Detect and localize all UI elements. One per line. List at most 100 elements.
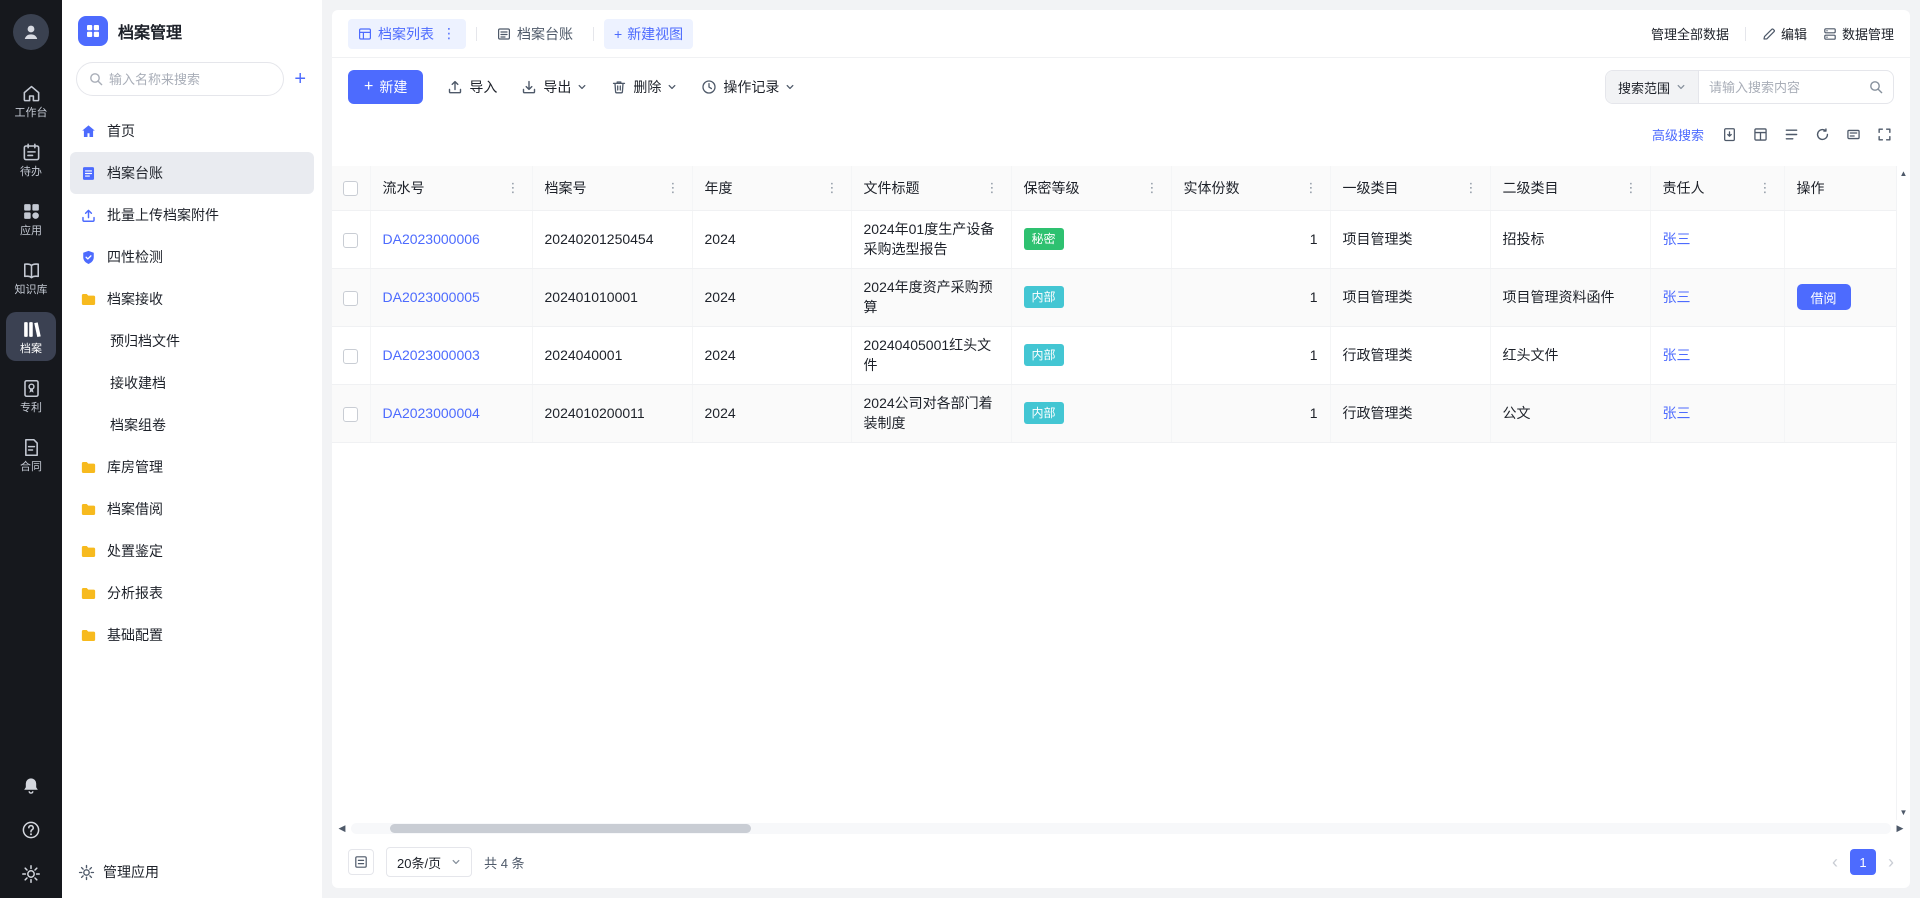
category1-cell: 行政管理类 bbox=[1330, 326, 1490, 384]
sidebar-item-7[interactable]: 处置鉴定 bbox=[70, 530, 314, 572]
rail-items: 工作台待办应用知识库档案专利合同 bbox=[6, 76, 56, 479]
page-size-select[interactable]: 20条/页 bbox=[386, 847, 472, 877]
row-checkbox[interactable] bbox=[343, 291, 358, 306]
tab-archive-ledger[interactable]: 档案台账 bbox=[487, 19, 583, 49]
select-all-checkbox[interactable] bbox=[343, 181, 358, 196]
pencil-icon bbox=[1762, 27, 1776, 41]
sidebar-item-5[interactable]: 库房管理 bbox=[70, 446, 314, 488]
column-menu-icon[interactable]: ⋮ bbox=[986, 180, 999, 196]
column-menu-icon[interactable]: ⋮ bbox=[507, 180, 520, 196]
scrollbar-track[interactable] bbox=[351, 823, 1891, 834]
column-menu-icon[interactable]: ⋮ bbox=[1625, 180, 1638, 196]
new-button[interactable]: + 新建 bbox=[348, 70, 423, 104]
row-checkbox[interactable] bbox=[343, 349, 358, 364]
sidebar-item-4[interactable]: 档案接收 bbox=[70, 278, 314, 320]
serial-link[interactable]: DA2023000004 bbox=[383, 405, 480, 421]
table-search-input[interactable] bbox=[1699, 80, 1869, 95]
serial-link[interactable]: DA2023000003 bbox=[383, 347, 480, 363]
scroll-left-icon[interactable]: ◀ bbox=[335, 823, 349, 834]
user-avatar[interactable] bbox=[13, 14, 49, 50]
help-icon[interactable] bbox=[21, 820, 41, 840]
borrow-button[interactable]: 借阅 bbox=[1797, 284, 1851, 310]
total-count-label: 共 4 条 bbox=[484, 853, 524, 872]
rail-item-patent[interactable]: 专利 bbox=[6, 371, 56, 420]
sidebar-subitem[interactable]: 预归档文件 bbox=[70, 320, 314, 362]
add-button[interactable]: + bbox=[292, 69, 308, 89]
sidebar-item-8[interactable]: 分析报表 bbox=[70, 572, 314, 614]
search-scope-select[interactable]: 搜索范围 bbox=[1606, 71, 1699, 103]
rail-item-apps[interactable]: 应用 bbox=[6, 194, 56, 243]
new-view-button[interactable]: + 新建视图 bbox=[604, 19, 693, 49]
rail-item-label: 待办 bbox=[20, 167, 42, 178]
row-checkbox[interactable] bbox=[343, 233, 358, 248]
column-menu-icon[interactable]: ⋮ bbox=[667, 180, 680, 196]
table-quick-actions: 高级搜索 bbox=[332, 116, 1910, 152]
vertical-scrollbar[interactable]: ▲▼ bbox=[1896, 166, 1910, 820]
download-icon bbox=[521, 79, 537, 95]
sidebar-item-3[interactable]: 四性检测 bbox=[70, 236, 314, 278]
upload-icon bbox=[447, 79, 463, 95]
sidebar-item-label: 四性检测 bbox=[107, 247, 163, 267]
prev-page-button[interactable]: ‹ bbox=[1832, 853, 1838, 871]
column-settings-icon[interactable] bbox=[1784, 127, 1799, 142]
manage-apps-button[interactable]: 管理应用 bbox=[62, 846, 322, 898]
serial-link[interactable]: DA2023000006 bbox=[383, 231, 480, 247]
scroll-up-icon[interactable]: ▲ bbox=[1900, 169, 1908, 178]
owner-link[interactable]: 张三 bbox=[1663, 231, 1691, 247]
rail-item-workbench[interactable]: 工作台 bbox=[6, 76, 56, 125]
sidebar-item-0[interactable]: 首页 bbox=[70, 110, 314, 152]
sidebar-subitem[interactable]: 接收建档 bbox=[70, 362, 314, 404]
data-manage-button[interactable]: 数据管理 bbox=[1823, 24, 1894, 43]
table-grid-icon[interactable] bbox=[1753, 127, 1768, 142]
settings-icon[interactable] bbox=[21, 864, 41, 884]
sidebar-item-9[interactable]: 基础配置 bbox=[70, 614, 314, 656]
page-settings-icon[interactable] bbox=[348, 849, 374, 875]
search-icon[interactable] bbox=[1869, 80, 1893, 94]
tab-archive-list[interactable]: 档案列表 ⋮ bbox=[348, 19, 466, 49]
sidebar: 档案管理 + 首页档案台账批量上传档案附件四性检测档案接收预归档文件接收建档档案… bbox=[62, 0, 322, 898]
row-checkbox[interactable] bbox=[343, 407, 358, 422]
refresh-icon[interactable] bbox=[1815, 127, 1830, 142]
import-button[interactable]: 导入 bbox=[447, 77, 497, 97]
manage-all-data-button[interactable]: 管理全部数据 bbox=[1651, 24, 1729, 43]
sidebar-item-2[interactable]: 批量上传档案附件 bbox=[70, 194, 314, 236]
category1-cell: 项目管理类 bbox=[1330, 268, 1490, 326]
current-page-button[interactable]: 1 bbox=[1850, 849, 1876, 875]
scrollbar-thumb[interactable] bbox=[390, 824, 752, 833]
page-title: 档案管理 bbox=[118, 19, 182, 43]
scroll-down-icon[interactable]: ▼ bbox=[1900, 808, 1908, 817]
delete-button[interactable]: 删除 bbox=[611, 77, 677, 97]
horizontal-scrollbar[interactable]: ◀ ▶ bbox=[332, 820, 1910, 836]
column-menu-icon[interactable]: ⋮ bbox=[1465, 180, 1478, 196]
tab-menu-icon[interactable]: ⋮ bbox=[442, 25, 456, 42]
scroll-right-icon[interactable]: ▶ bbox=[1893, 823, 1907, 834]
rail-item-knowledge[interactable]: 知识库 bbox=[6, 253, 56, 302]
rail-item-archive[interactable]: 档案 bbox=[6, 312, 56, 361]
rail-item-todo[interactable]: 待办 bbox=[6, 135, 56, 184]
rail-item-label: 专利 bbox=[20, 403, 42, 414]
owner-link[interactable]: 张三 bbox=[1663, 289, 1691, 305]
sidebar-item-6[interactable]: 档案借阅 bbox=[70, 488, 314, 530]
next-page-button[interactable]: › bbox=[1888, 853, 1894, 871]
copies-cell: 1 bbox=[1171, 384, 1330, 442]
export-file-icon[interactable] bbox=[1722, 127, 1737, 142]
fullscreen-icon[interactable] bbox=[1877, 127, 1892, 142]
sidebar-subitem[interactable]: 档案组卷 bbox=[70, 404, 314, 446]
export-button[interactable]: 导出 bbox=[521, 77, 587, 97]
owner-link[interactable]: 张三 bbox=[1663, 347, 1691, 363]
rail-item-contract[interactable]: 合同 bbox=[6, 430, 56, 479]
owner-link[interactable]: 张三 bbox=[1663, 405, 1691, 421]
column-menu-icon[interactable]: ⋮ bbox=[1146, 180, 1159, 196]
advanced-search-link[interactable]: 高级搜索 bbox=[1652, 125, 1704, 144]
notifications-icon[interactable] bbox=[21, 776, 41, 796]
column-menu-icon[interactable]: ⋮ bbox=[1305, 180, 1318, 196]
sidebar-search-input[interactable] bbox=[109, 72, 271, 87]
category2-cell: 公文 bbox=[1490, 384, 1650, 442]
sidebar-item-1[interactable]: 档案台账 bbox=[70, 152, 314, 194]
edit-button[interactable]: 编辑 bbox=[1762, 24, 1807, 43]
column-menu-icon[interactable]: ⋮ bbox=[1759, 180, 1772, 196]
ops-record-button[interactable]: 操作记录 bbox=[701, 77, 795, 97]
column-menu-icon[interactable]: ⋮ bbox=[826, 180, 839, 196]
card-view-icon[interactable] bbox=[1846, 127, 1861, 142]
serial-link[interactable]: DA2023000005 bbox=[383, 289, 480, 305]
